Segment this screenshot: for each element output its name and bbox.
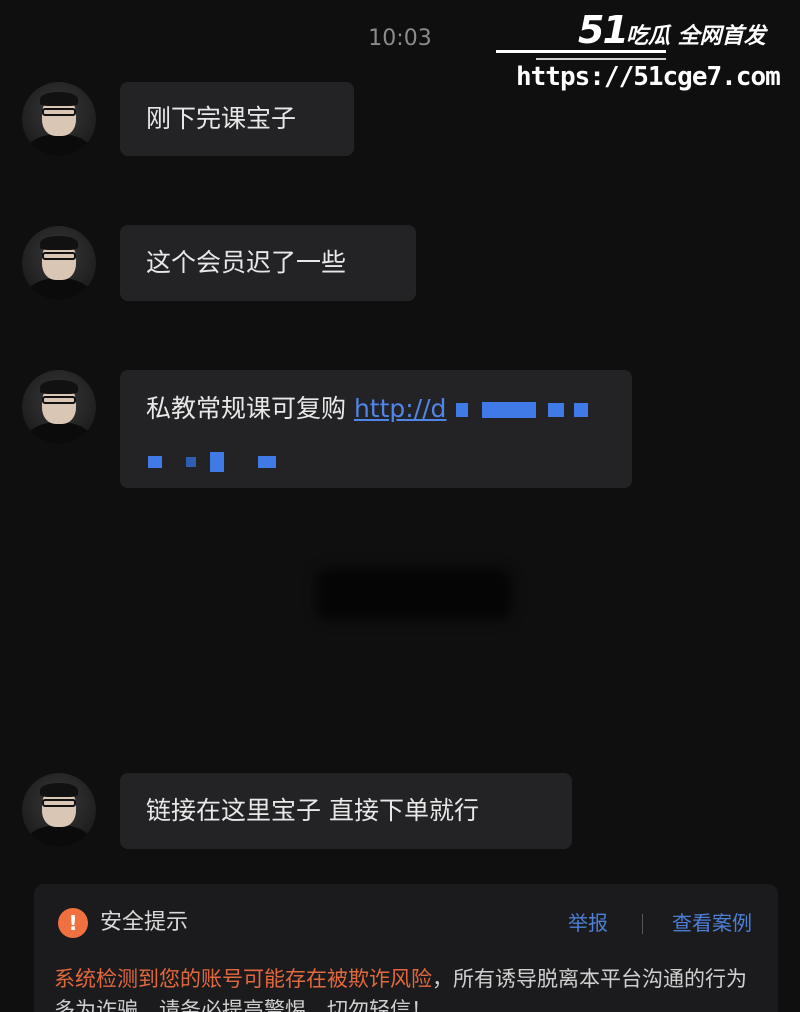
watermark-title: 吃瓜 全网首发 xyxy=(626,24,766,49)
message-link[interactable]: http://d xyxy=(354,394,446,423)
avatar[interactable] xyxy=(22,226,96,300)
message-bubble[interactable]: 链接在这里宝子 直接下单就行 xyxy=(120,773,572,849)
view-cases-button[interactable]: 查看案例 xyxy=(672,908,752,938)
watermark-logo: 51 xyxy=(578,8,629,52)
redaction-blur xyxy=(316,568,512,620)
divider xyxy=(642,914,643,934)
watermark-line xyxy=(536,58,666,60)
message-text: 私教常规课可复购 xyxy=(146,394,354,423)
watermark-line xyxy=(496,50,666,53)
safety-notice-body: 系统检测到您的账号可能存在被欺诈风险，所有诱导脱离本平台沟通的行为多为诈骗，请务… xyxy=(54,964,764,1012)
watermark: 51 吃瓜 全网首发 https://51cge7.com xyxy=(496,6,796,98)
report-button[interactable]: 举报 xyxy=(568,908,608,938)
warning-highlight-text: 系统检测到您的账号可能存在被欺诈风险 xyxy=(54,967,432,991)
message-bubble[interactable]: 私教常规课可复购 http://d xyxy=(120,370,632,488)
message-bubble[interactable]: 刚下完课宝子 xyxy=(120,82,354,156)
message-text: 刚下完课宝子 xyxy=(146,104,297,133)
message-bubble[interactable]: 这个会员迟了一些 xyxy=(120,225,416,301)
watermark-url: https://51cge7.com xyxy=(516,62,781,92)
message-text: 这个会员迟了一些 xyxy=(146,248,347,277)
safety-notice-title: 安全提示 xyxy=(100,910,189,935)
warning-icon: ! xyxy=(58,908,88,938)
safety-notice-card: ! 安全提示 举报 查看案例 系统检测到您的账号可能存在被欺诈风险，所有诱导脱离… xyxy=(34,884,778,1012)
message-text: 链接在这里宝子 直接下单就行 xyxy=(146,796,479,825)
avatar[interactable] xyxy=(22,773,96,847)
avatar[interactable] xyxy=(22,82,96,156)
pixelated-link-redaction xyxy=(454,394,589,423)
avatar[interactable] xyxy=(22,370,96,444)
pixelated-link-redaction xyxy=(148,444,276,478)
